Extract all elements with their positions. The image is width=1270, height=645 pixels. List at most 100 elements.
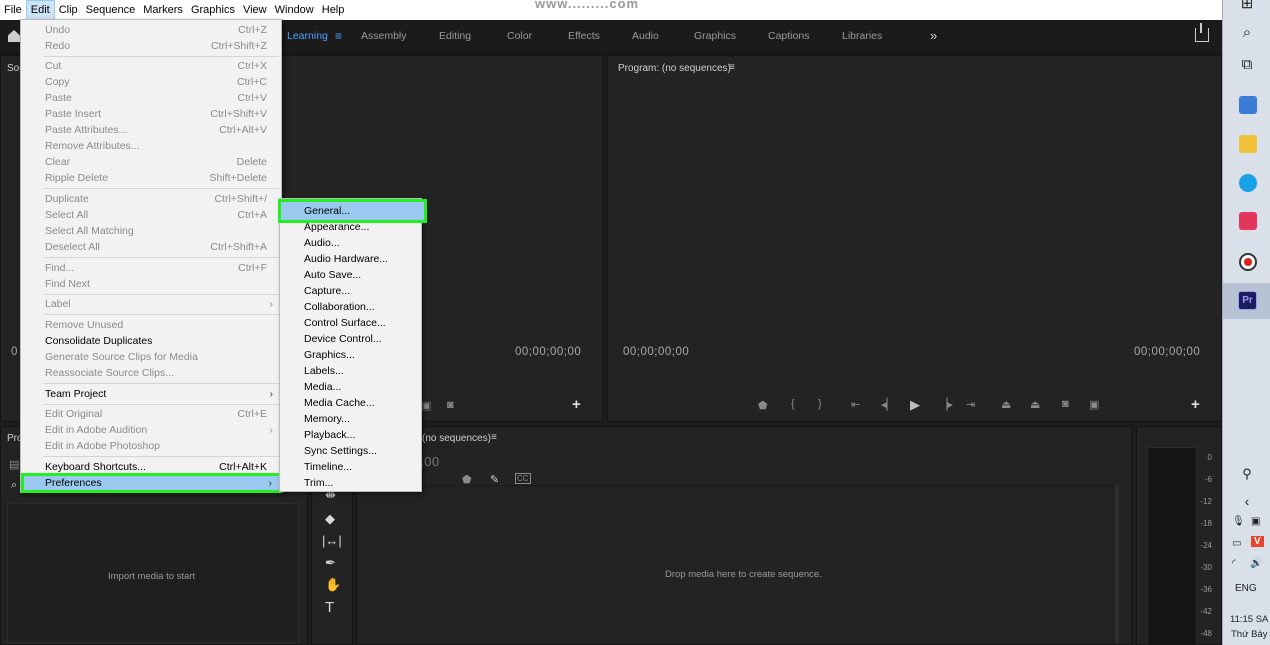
menu-item-ripple-delete[interactable]: Ripple Delete Shift+Delete bbox=[21, 170, 281, 186]
microphone-icon[interactable]: 🎙 bbox=[1232, 516, 1245, 527]
chevron-left-icon[interactable]: ‹ bbox=[1223, 493, 1270, 509]
menu-graphics[interactable]: Graphics bbox=[187, 0, 239, 20]
razor-icon[interactable]: ◆ bbox=[325, 511, 335, 527]
display-icon[interactable]: ▣ bbox=[1251, 516, 1260, 527]
menu-item-deselect-all[interactable]: Deselect All Ctrl+Shift+A bbox=[21, 239, 281, 255]
menu-item-label-submenu[interactable]: Label › bbox=[21, 296, 281, 312]
tab-assembly[interactable]: Assembly bbox=[361, 30, 407, 42]
menu-item-generate-source-clips[interactable]: Generate Source Clips for Media bbox=[21, 349, 281, 365]
clock-day[interactable]: Thứ Bảy bbox=[1231, 629, 1267, 640]
menu-item-edit-in-audition[interactable]: Edit in Adobe Audition › bbox=[21, 422, 281, 438]
task-view-icon[interactable]: ⧉ bbox=[1223, 56, 1270, 73]
store-icon[interactable] bbox=[1239, 96, 1257, 114]
language-indicator[interactable]: ENG bbox=[1235, 583, 1257, 594]
home-icon[interactable] bbox=[8, 30, 20, 42]
tab-learning[interactable]: Learning bbox=[287, 30, 328, 42]
timeline-timecode[interactable]: ;00 bbox=[420, 454, 440, 469]
mark-in-icon[interactable]: { bbox=[791, 398, 795, 410]
pen-icon[interactable]: ✒ bbox=[325, 555, 336, 571]
menu-item-copy[interactable]: Copy Ctrl+C bbox=[21, 74, 281, 90]
program-panel-title[interactable]: Program: (no sequences) bbox=[618, 63, 731, 74]
comparison-view-icon[interactable]: ▣ bbox=[1089, 398, 1099, 411]
menu-item-find[interactable]: Find... Ctrl+F bbox=[21, 260, 281, 276]
edge-icon[interactable] bbox=[1239, 174, 1257, 192]
pref-auto-save[interactable]: Auto Save... bbox=[280, 267, 421, 283]
pref-labels[interactable]: Labels... bbox=[280, 363, 421, 379]
pref-collaboration[interactable]: Collaboration... bbox=[280, 299, 421, 315]
timeline-scrollbar[interactable] bbox=[1115, 485, 1119, 643]
record-icon[interactable] bbox=[1239, 253, 1257, 271]
menu-item-consolidate-duplicates[interactable]: Consolidate Duplicates bbox=[21, 333, 281, 349]
pref-memory[interactable]: Memory... bbox=[280, 411, 421, 427]
menu-item-duplicate[interactable]: Duplicate Ctrl+Shift+/ bbox=[21, 191, 281, 207]
play-icon[interactable]: ▶ bbox=[910, 397, 920, 413]
menu-item-edit-original[interactable]: Edit Original Ctrl+E bbox=[21, 406, 281, 422]
pref-audio-hardware[interactable]: Audio Hardware... bbox=[280, 251, 421, 267]
pref-playback[interactable]: Playback... bbox=[280, 427, 421, 443]
menu-item-paste[interactable]: Paste Ctrl+V bbox=[21, 90, 281, 106]
menu-item-paste-attributes[interactable]: Paste Attributes... Ctrl+Alt+V bbox=[21, 122, 281, 138]
slip-icon[interactable]: |↔| bbox=[322, 533, 342, 548]
hand-icon[interactable]: ✋ bbox=[325, 577, 341, 593]
captions-icon[interactable]: CC bbox=[515, 473, 531, 484]
timeline-drop-area[interactable]: Drop media here to create sequence. bbox=[357, 485, 1117, 645]
people-icon[interactable]: ⚲ bbox=[1223, 466, 1270, 482]
wifi-icon[interactable]: ◜ bbox=[1232, 558, 1236, 569]
menu-item-clear[interactable]: Clear Delete bbox=[21, 154, 281, 170]
pref-audio[interactable]: Audio... bbox=[280, 235, 421, 251]
export-frame-icon[interactable]: ▣ bbox=[421, 399, 431, 412]
menu-item-preferences[interactable]: Preferences › bbox=[21, 473, 283, 493]
menu-clip[interactable]: Clip bbox=[55, 0, 82, 20]
volume-icon[interactable]: 🔊 bbox=[1250, 558, 1262, 569]
tab-color[interactable]: Color bbox=[507, 30, 532, 42]
extract-icon[interactable]: ⏏ bbox=[1030, 398, 1040, 411]
clock-time[interactable]: 11:15 SA bbox=[1230, 614, 1268, 625]
pref-graphics[interactable]: Graphics... bbox=[280, 347, 421, 363]
premiere-taskbar-item[interactable]: Pr bbox=[1223, 283, 1270, 319]
tab-audio[interactable]: Audio bbox=[632, 30, 659, 42]
menu-window[interactable]: Window bbox=[271, 0, 318, 20]
menu-item-redo[interactable]: Redo Ctrl+Shift+Z bbox=[21, 38, 281, 54]
menu-view[interactable]: View bbox=[239, 0, 271, 20]
timeline-panel-menu-icon[interactable]: ≡ bbox=[491, 432, 497, 443]
windows-start-icon[interactable]: ⊞ bbox=[1223, 0, 1270, 12]
step-back-icon[interactable]: ◂▏ bbox=[881, 398, 895, 411]
pref-device-control[interactable]: Device Control... bbox=[280, 331, 421, 347]
battery-icon[interactable]: ▭ bbox=[1232, 538, 1241, 549]
pref-trim[interactable]: Trim... bbox=[280, 475, 421, 491]
marker-icon[interactable]: ⬟ bbox=[758, 399, 768, 412]
mark-out-icon[interactable]: } bbox=[818, 398, 822, 410]
menu-item-remove-unused[interactable]: Remove Unused bbox=[21, 317, 281, 333]
pref-sync-settings[interactable]: Sync Settings... bbox=[280, 443, 421, 459]
search-icon[interactable]: ⌕ bbox=[11, 479, 17, 492]
type-tool-icon[interactable]: T bbox=[325, 599, 334, 616]
menu-item-find-next[interactable]: Find Next bbox=[21, 276, 281, 292]
step-forward-icon[interactable]: ▕▸ bbox=[939, 398, 953, 411]
pref-capture[interactable]: Capture... bbox=[280, 283, 421, 299]
menu-sequence[interactable]: Sequence bbox=[82, 0, 140, 20]
menu-item-undo[interactable]: Undo Ctrl+Z bbox=[21, 22, 281, 38]
menu-help[interactable]: Help bbox=[318, 0, 349, 20]
import-media-area[interactable]: Import media to start bbox=[7, 503, 299, 643]
pref-media-cache[interactable]: Media Cache... bbox=[280, 395, 421, 411]
pref-media[interactable]: Media... bbox=[280, 379, 421, 395]
bin-icon[interactable]: ▤ bbox=[9, 458, 19, 471]
menu-item-cut[interactable]: Cut Ctrl+X bbox=[21, 58, 281, 74]
pref-appearance[interactable]: Appearance... bbox=[280, 219, 421, 235]
menu-item-reassociate-source-clips[interactable]: Reassociate Source Clips... bbox=[21, 365, 281, 381]
menu-item-paste-insert[interactable]: Paste Insert Ctrl+Shift+V bbox=[21, 106, 281, 122]
menu-item-select-all-matching[interactable]: Select All Matching bbox=[21, 223, 281, 239]
menu-edit[interactable]: Edit bbox=[25, 0, 55, 20]
v-app-icon[interactable]: V bbox=[1251, 536, 1264, 547]
menu-item-team-project[interactable]: Team Project › bbox=[21, 386, 281, 402]
tab-effects[interactable]: Effects bbox=[568, 30, 600, 42]
program-camera-icon[interactable]: ◙ bbox=[1062, 398, 1069, 410]
taskbar-search-icon[interactable]: ⌕ bbox=[1223, 24, 1270, 41]
program-panel-menu-icon[interactable]: ≡ bbox=[729, 62, 735, 73]
pref-timeline[interactable]: Timeline... bbox=[280, 459, 421, 475]
go-to-out-icon[interactable]: ⇥ bbox=[966, 398, 975, 411]
program-add-button[interactable]: + bbox=[1191, 396, 1200, 413]
tab-captions[interactable]: Captions bbox=[768, 30, 809, 42]
menu-item-select-all[interactable]: Select All Ctrl+A bbox=[21, 207, 281, 223]
tab-graphics[interactable]: Graphics bbox=[694, 30, 736, 42]
